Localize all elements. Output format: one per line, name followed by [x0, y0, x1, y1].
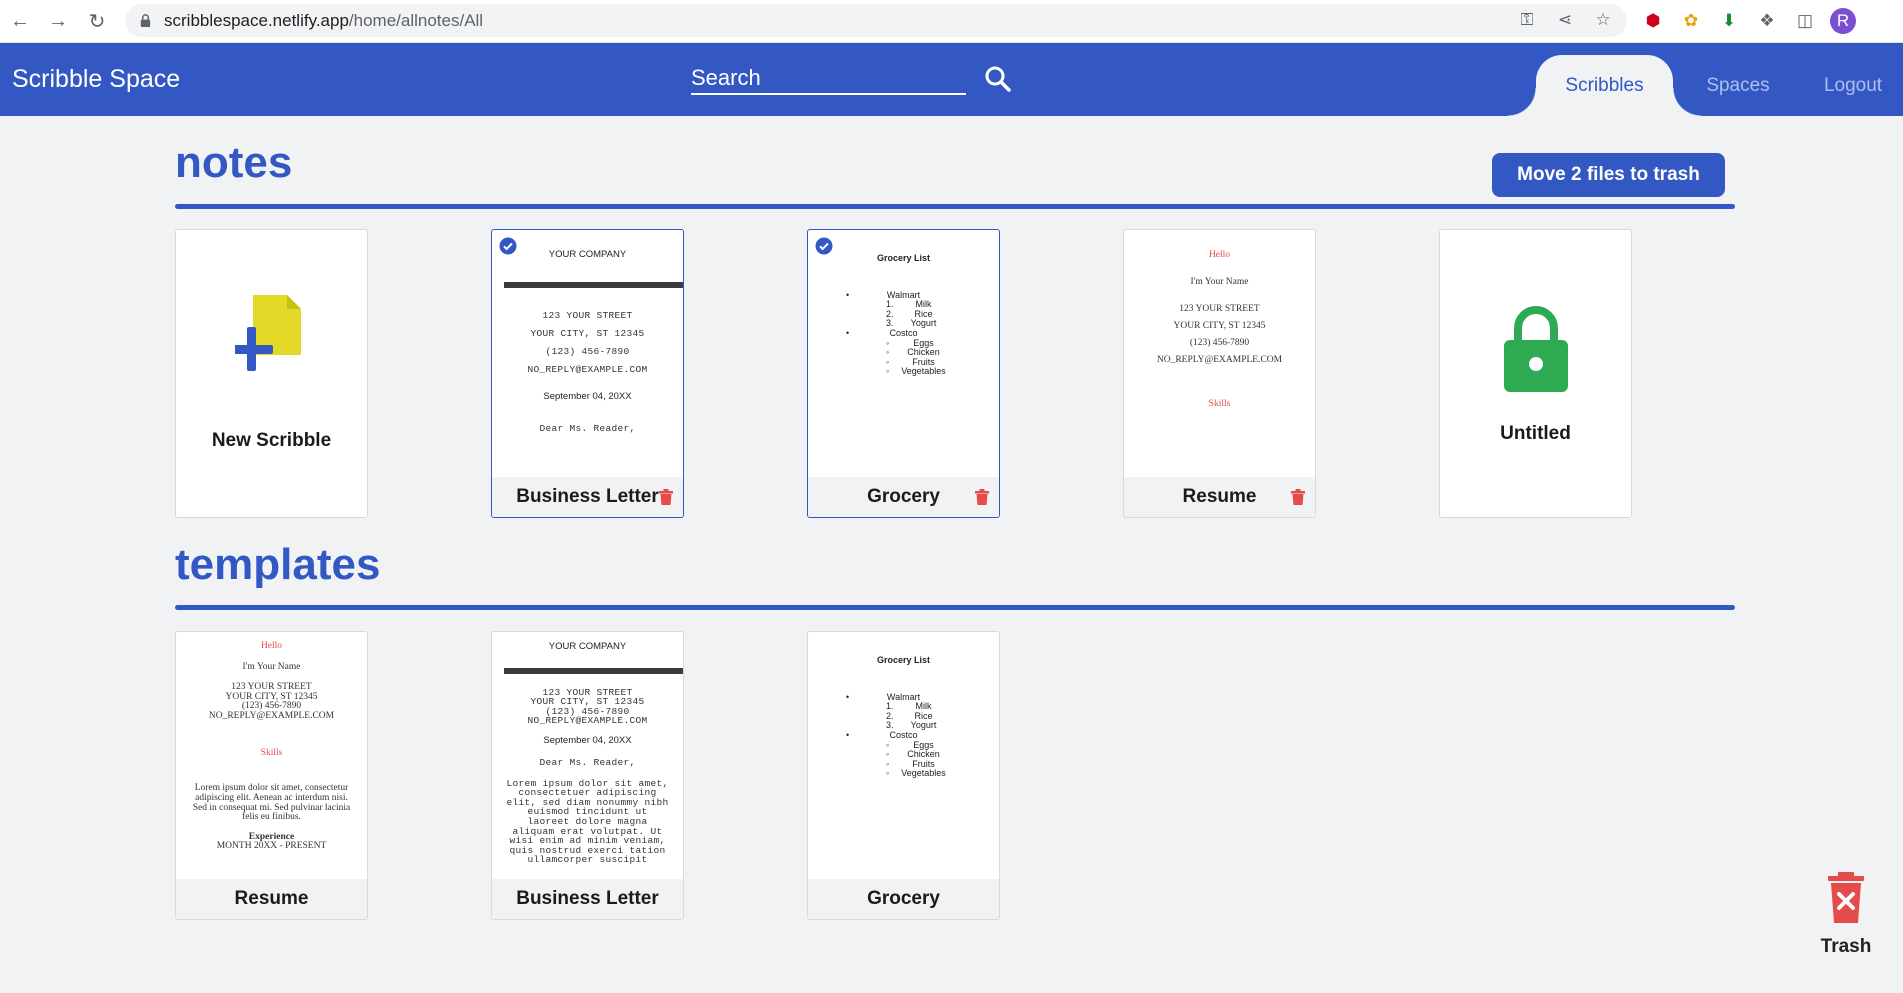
search-icon[interactable]	[982, 63, 1014, 95]
side-panel-icon[interactable]: ◫	[1792, 8, 1818, 34]
template-title: Grocery	[808, 879, 999, 919]
forward-arrow-icon[interactable]: →	[45, 8, 71, 34]
ad-block-extension-icon[interactable]: ⬢	[1640, 8, 1666, 34]
preview-greeting: Dear Ms. Reader,	[539, 756, 636, 768]
preview-email: NO_REPLY@EXAMPLE.COM	[1156, 355, 1283, 365]
preview-name: I'm Your Name	[242, 662, 301, 672]
preview-email: NO_REPLY@EXAMPLE.COM	[527, 715, 648, 727]
checked-icon[interactable]	[815, 237, 833, 255]
note-title: Resume	[1124, 477, 1315, 517]
preview-item: ◦ Vegetables	[886, 768, 946, 779]
search-input[interactable]: Search	[691, 63, 966, 95]
profile-avatar[interactable]: R	[1830, 8, 1856, 34]
locked-note-title: Untitled	[1500, 423, 1571, 444]
preview-store-2: • Costco	[846, 729, 918, 740]
preview-store-1: • Walmart	[846, 289, 921, 300]
note-preview: Hello I'm Your Name 123 YOUR STREET YOUR…	[1124, 230, 1315, 478]
download-extension-icon[interactable]: ⬇	[1716, 8, 1742, 34]
preview-skills: Skills	[260, 748, 283, 759]
note-title: Business Letter	[492, 477, 683, 517]
template-title: Business Letter	[492, 879, 683, 919]
preview-name: I'm Your Name	[1190, 277, 1249, 287]
lock-icon	[140, 14, 151, 27]
new-scribble-label: New Scribble	[211, 430, 332, 451]
preview-email: NO_REPLY@EXAMPLE.COM	[208, 710, 335, 721]
preview-title: Grocery List	[876, 655, 931, 665]
template-card-resume[interactable]: Hello I'm Your Name 123 YOUR STREET YOUR…	[175, 631, 368, 920]
template-preview: YOUR COMPANY 123 YOUR STREET YOUR CITY, …	[492, 632, 683, 880]
preview-store-1: • Walmart	[846, 691, 921, 702]
checked-icon[interactable]	[499, 237, 517, 255]
templates-divider	[175, 605, 1735, 610]
preview-email: NO_REPLY@EXAMPLE.COM	[527, 363, 648, 375]
padlock-icon	[1504, 306, 1568, 392]
preview-phone: (123) 456-7890	[1189, 338, 1250, 348]
color-wheel-extension-icon[interactable]: ✿	[1678, 8, 1704, 34]
preview-greeting: Dear Ms. Reader,	[539, 423, 636, 435]
new-scribble-card[interactable]: New Scribble	[175, 229, 368, 518]
star-icon[interactable]: ☆	[1591, 8, 1615, 32]
preview-divider	[504, 667, 683, 674]
template-preview: Hello I'm Your Name 123 YOUR STREET YOUR…	[176, 632, 367, 880]
delete-trash-icon[interactable]	[1291, 489, 1305, 505]
delete-trash-icon[interactable]	[975, 489, 989, 505]
preview-lorem: Lorem ipsum dolor sit amet, consectetuer…	[506, 777, 669, 866]
tab-logout[interactable]: Logout	[1803, 55, 1903, 116]
tab-scribbles[interactable]: Scribbles	[1508, 55, 1701, 116]
note-preview: YOUR COMPANY 123 YOUR STREET YOUR CITY, …	[492, 230, 683, 478]
note-card-resume[interactable]: Hello I'm Your Name 123 YOUR STREET YOUR…	[1123, 229, 1316, 518]
template-title: Resume	[176, 879, 367, 919]
puzzle-extensions-icon[interactable]: ❖	[1754, 8, 1780, 34]
preview-lorem: Lorem ipsum dolor sit amet, consectetur …	[192, 783, 351, 823]
preview-divider	[504, 281, 683, 288]
preview-hello: Hello	[260, 641, 283, 651]
trash-bin-icon[interactable]	[1818, 870, 1874, 926]
url-text: scribblespace.netlify.app/home/allnotes/…	[164, 10, 484, 30]
preview-company: YOUR COMPANY	[548, 641, 627, 652]
new-file-icon	[235, 295, 301, 371]
preview-city: YOUR CITY, ST 12345	[1173, 321, 1266, 331]
trash-label[interactable]: Trash	[1800, 936, 1892, 958]
templates-heading: templates	[175, 540, 381, 589]
preview-month: MONTH 20XX - PRESENT	[216, 841, 327, 852]
key-icon[interactable]: ⚿	[1515, 8, 1539, 32]
preview-item: ◦ Vegetables	[886, 366, 946, 377]
address-bar[interactable]: scribblespace.netlify.app/home/allnotes/…	[125, 4, 1627, 37]
note-card-business-letter[interactable]: YOUR COMPANY 123 YOUR STREET YOUR CITY, …	[491, 229, 684, 518]
back-arrow-icon[interactable]: ←	[7, 8, 33, 34]
notes-divider	[175, 204, 1735, 209]
locked-note-card[interactable]: Untitled	[1439, 229, 1632, 518]
note-title: Grocery	[808, 477, 999, 517]
move-to-trash-button[interactable]: Move 2 files to trash	[1492, 153, 1725, 197]
browser-toolbar: ← → ↻ scribblespace.netlify.app/home/all…	[0, 0, 1903, 43]
preview-city: YOUR CITY, ST 12345	[530, 327, 645, 339]
template-card-business-letter[interactable]: YOUR COMPANY 123 YOUR STREET YOUR CITY, …	[491, 631, 684, 920]
nav-tabs: Scribbles Spaces Logout	[1508, 55, 1903, 116]
preview-skills: Skills	[1208, 399, 1231, 409]
delete-trash-icon[interactable]	[659, 489, 673, 505]
preview-phone: (123) 456-7890	[545, 345, 630, 357]
preview-date: September 04, 20XX	[543, 390, 632, 402]
preview-date: September 04, 20XX	[543, 734, 632, 746]
note-preview: Grocery List • Walmart 1. Milk 2. Rice 3. Yo…	[808, 230, 999, 478]
share-icon[interactable]: ⋖	[1553, 8, 1577, 32]
app-header: Scribble Space Search Scribbles Spaces L…	[0, 43, 1903, 116]
preview-title: Grocery List	[876, 253, 931, 263]
template-card-grocery[interactable]: Grocery List • Walmart 1. Milk 2. Rice 3. Yo…	[807, 631, 1000, 920]
reload-icon[interactable]: ↻	[84, 8, 110, 34]
brand-title[interactable]: Scribble Space	[12, 65, 180, 94]
preview-street: 123 YOUR STREET	[542, 309, 633, 321]
template-preview: Grocery List • Walmart 1. Milk 2. Rice 3. Yo…	[808, 632, 999, 880]
preview-street: 123 YOUR STREET	[1179, 304, 1260, 314]
preview-store-2: • Costco	[846, 327, 918, 338]
note-card-grocery[interactable]: Grocery List • Walmart 1. Milk 2. Rice 3. Yo…	[807, 229, 1000, 518]
preview-company: YOUR COMPANY	[548, 249, 627, 260]
preview-hello: Hello	[1208, 250, 1231, 260]
notes-heading: notes	[175, 138, 293, 187]
